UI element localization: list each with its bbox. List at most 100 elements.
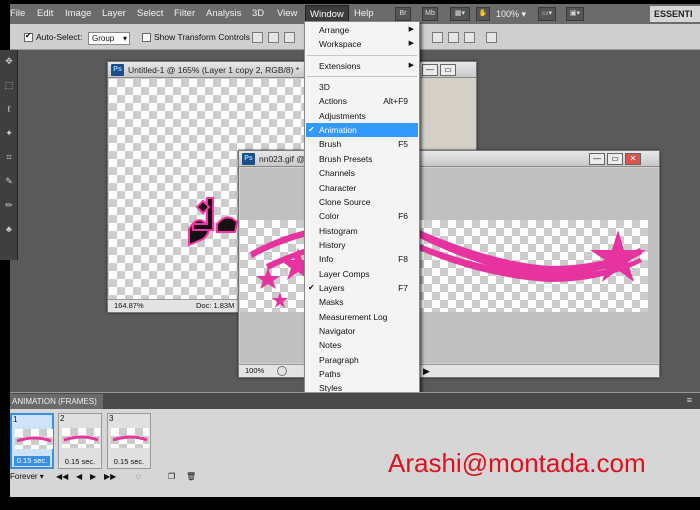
bridge-button[interactable]: Br bbox=[395, 7, 411, 21]
show-transform-label: Show Transform Controls bbox=[154, 32, 250, 42]
frame-delay[interactable]: 0.15 sec. bbox=[61, 457, 99, 467]
menu-item-masks[interactable]: Masks bbox=[306, 295, 418, 309]
menu-item-character[interactable]: Character bbox=[306, 181, 418, 195]
menu-filter[interactable]: Filter bbox=[174, 8, 195, 19]
menu-item-clone-source[interactable]: Clone Source bbox=[306, 195, 418, 209]
loop-select[interactable]: Forever ▾ bbox=[10, 470, 44, 483]
menu-item-workspace[interactable]: Workspace ▶ bbox=[306, 37, 418, 51]
menu-3d[interactable]: 3D bbox=[252, 8, 264, 19]
auto-select-dropdown[interactable]: Group ▾ bbox=[88, 32, 130, 45]
first-frame-icon[interactable]: ◀◀ bbox=[56, 470, 68, 483]
tween-icon[interactable]: ◌ bbox=[136, 470, 141, 483]
align-bottom-icon[interactable] bbox=[284, 32, 295, 43]
animation-frames-tab[interactable]: ANIMATION (FRAMES) bbox=[10, 394, 103, 409]
menu-item-brush[interactable]: Brush F5 bbox=[306, 137, 418, 151]
menu-item-notes[interactable]: Notes bbox=[306, 338, 418, 352]
document-window-gif[interactable]: Ps nn023.gif @ — ▭ ✕ 100% ▶ bbox=[238, 150, 660, 378]
menu-item-arrange[interactable]: Arrange ▶ bbox=[306, 23, 418, 37]
document-zoom-readout[interactable]: 100% bbox=[245, 365, 264, 377]
status-info-icon[interactable] bbox=[277, 366, 287, 376]
panel-header: ANIMATION (FRAMES) ≡ bbox=[10, 393, 700, 409]
close-icon[interactable]: ✕ bbox=[625, 153, 641, 165]
menu-edit[interactable]: Edit bbox=[37, 8, 53, 19]
menu-item-label: Measurement Log bbox=[319, 311, 388, 322]
minimize-button[interactable]: — bbox=[589, 153, 605, 165]
lasso-tool-icon[interactable]: ℓ bbox=[3, 104, 15, 116]
menu-help[interactable]: Help bbox=[354, 8, 374, 19]
distribute-bottom-icon[interactable] bbox=[464, 32, 475, 43]
new-frame-icon[interactable]: ❐ bbox=[168, 470, 175, 483]
menu-file[interactable]: File bbox=[10, 8, 25, 19]
menu-item-animation[interactable]: ✔ Animation bbox=[306, 123, 418, 138]
hand-tool-button[interactable]: ✋ bbox=[476, 7, 490, 21]
restore-button[interactable]: ▭ bbox=[607, 153, 623, 165]
scroll-right-icon[interactable]: ▶ bbox=[423, 365, 430, 377]
menu-item-adjustments[interactable]: Adjustments bbox=[306, 109, 418, 123]
brush-tool-icon[interactable]: ✏ bbox=[3, 200, 15, 212]
frame-delay[interactable]: 0.15 sec. bbox=[14, 456, 50, 466]
play-icon[interactable]: ▶ bbox=[90, 470, 96, 483]
menu-item-3d[interactable]: 3D bbox=[306, 80, 418, 94]
menu-layer[interactable]: Layer bbox=[102, 8, 126, 19]
view-extras-button[interactable]: ▦▾ bbox=[450, 7, 470, 21]
menu-item-extensions[interactable]: Extensions ▶ bbox=[306, 59, 418, 73]
document-canvas[interactable] bbox=[240, 220, 648, 312]
menu-item-brush-presets[interactable]: Brush Presets bbox=[306, 152, 418, 166]
workspace-switcher[interactable]: ESSENTI bbox=[650, 6, 700, 22]
menu-item-label: Brush Presets bbox=[319, 153, 373, 164]
menu-item-history[interactable]: History bbox=[306, 238, 418, 252]
animation-frame[interactable]: 1 0.15 sec. bbox=[10, 413, 54, 469]
panel-menu-icon[interactable]: ≡ bbox=[687, 395, 692, 405]
align-top-icon[interactable] bbox=[252, 32, 263, 43]
menu-image[interactable]: Image bbox=[65, 8, 91, 19]
animation-frame[interactable]: 3 0.15 sec. bbox=[107, 413, 151, 469]
menu-item-measurement-log[interactable]: Measurement Log bbox=[306, 310, 418, 324]
animation-controls: Forever ▾ ◀◀ ◀ ▶ ▶▶ ◌ ❐ 🗑 bbox=[10, 470, 230, 483]
menu-item-navigator[interactable]: Navigator bbox=[306, 324, 418, 338]
screen-mode-button[interactable]: ▣▾ bbox=[566, 7, 584, 21]
menu-item-paragraph[interactable]: Paragraph bbox=[306, 353, 418, 367]
menu-item-actions[interactable]: Actions Alt+F9 bbox=[306, 94, 418, 108]
animation-frame[interactable]: 2 0.15 sec. bbox=[58, 413, 102, 469]
frame-delay[interactable]: 0.15 sec. bbox=[110, 457, 148, 467]
marquee-tool-icon[interactable]: ⬚ bbox=[3, 80, 15, 92]
menu-item-label: Workspace bbox=[319, 39, 362, 50]
distribute-top-icon[interactable] bbox=[432, 32, 443, 43]
zoom-level-value: 100% bbox=[496, 9, 520, 19]
minimize-button[interactable]: — bbox=[422, 64, 438, 76]
menu-item-color[interactable]: Color F6 bbox=[306, 209, 418, 223]
restore-button[interactable]: ▭ bbox=[440, 64, 456, 76]
next-frame-icon[interactable]: ▶▶ bbox=[104, 470, 116, 483]
loop-value: Forever bbox=[10, 472, 38, 481]
menu-item-label: Histogram bbox=[319, 225, 358, 236]
auto-select-checkbox[interactable] bbox=[24, 31, 33, 42]
menu-item-channels[interactable]: Channels bbox=[306, 166, 418, 180]
prev-frame-icon[interactable]: ◀ bbox=[76, 470, 82, 483]
align-vcenter-icon[interactable] bbox=[268, 32, 279, 43]
arrange-documents-button[interactable]: ▭▾ bbox=[538, 7, 556, 21]
menu-item-paths[interactable]: Paths bbox=[306, 367, 418, 381]
document-zoom-readout[interactable]: 164.87% bbox=[114, 300, 144, 312]
stamp-tool-icon[interactable]: ♣ bbox=[3, 224, 15, 236]
menu-item-label: Paragraph bbox=[319, 354, 359, 365]
menu-select[interactable]: Select bbox=[137, 8, 163, 19]
crop-tool-icon[interactable]: ⌗ bbox=[3, 152, 15, 164]
menu-item-label: History bbox=[319, 239, 346, 250]
menu-view[interactable]: View bbox=[277, 8, 297, 19]
document-title: Untitled-1 @ 165% (Layer 1 copy 2, RGB/8… bbox=[128, 65, 300, 75]
menu-item-histogram[interactable]: Histogram bbox=[306, 224, 418, 238]
menu-item-layers[interactable]: ✔ Layers F7 bbox=[306, 281, 418, 295]
document-title-bar[interactable]: Ps Untitled-1 @ 165% (Layer 1 copy 2, RG… bbox=[108, 62, 476, 78]
delete-frame-icon[interactable]: 🗑 bbox=[186, 470, 196, 483]
show-transform-checkbox[interactable] bbox=[142, 33, 151, 42]
move-tool-icon[interactable]: ✥ bbox=[3, 56, 15, 68]
menu-item-info[interactable]: Info F8 bbox=[306, 252, 418, 266]
zoom-level-select[interactable]: 100% ▾ bbox=[496, 9, 526, 20]
distribute-vcenter-icon[interactable] bbox=[448, 32, 459, 43]
eyedropper-tool-icon[interactable]: ✎ bbox=[3, 176, 15, 188]
mini-bridge-button[interactable]: Mb bbox=[422, 7, 438, 21]
wand-tool-icon[interactable]: ✦ bbox=[3, 128, 15, 140]
menu-item-layer-comps[interactable]: Layer Comps bbox=[306, 267, 418, 281]
auto-align-icon[interactable] bbox=[486, 32, 497, 43]
menu-analysis[interactable]: Analysis bbox=[206, 8, 241, 19]
